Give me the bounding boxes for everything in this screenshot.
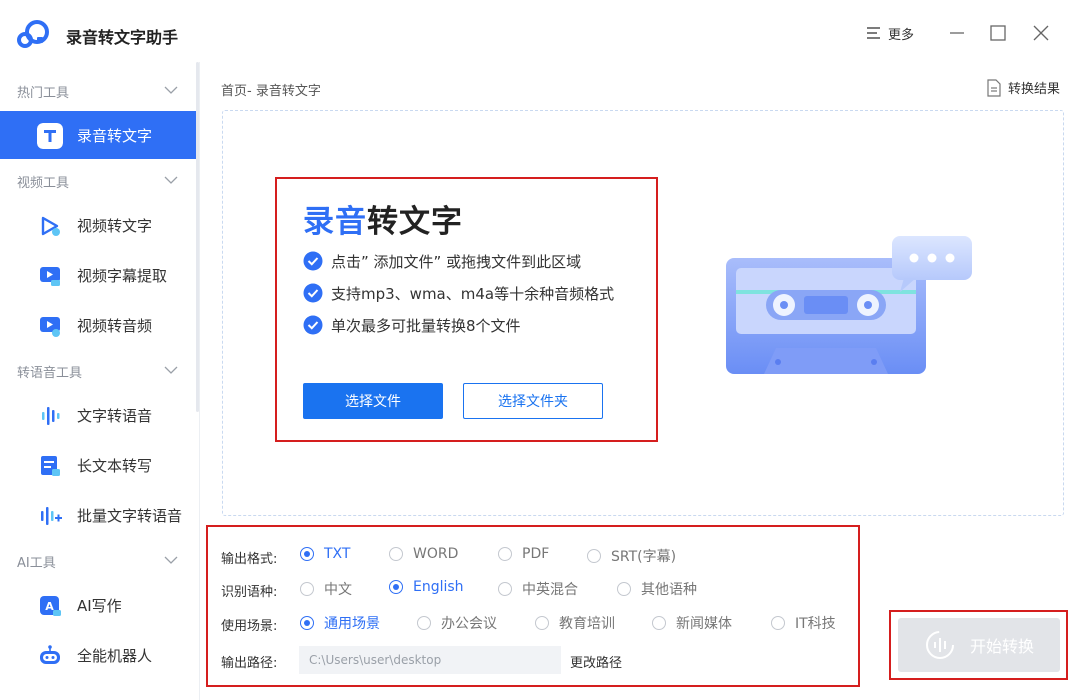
sidebar-section-ai-tools[interactable]: AI工具 xyxy=(0,546,196,576)
highlight-box xyxy=(206,525,860,687)
sidebar-item-label: 视频转文字 xyxy=(77,217,153,235)
minimize-icon[interactable] xyxy=(946,22,968,44)
section-title: 视频工具 xyxy=(17,175,70,191)
sidebar-item-label: 长文本转写 xyxy=(77,457,153,475)
result-link-label: 转换结果 xyxy=(1008,82,1061,97)
sidebar-item-ai-write[interactable]: A AI写作 xyxy=(0,581,196,629)
video-to-text-icon xyxy=(41,216,60,236)
sidebar: 热门工具 录音转文字 视频工具 视频转文字 视频字幕提取 视频转音频 转语音工具… xyxy=(0,62,200,700)
waveform-icon xyxy=(42,407,60,425)
svg-text:A: A xyxy=(45,600,54,613)
text-t-icon xyxy=(37,123,63,149)
more-label: 更多 xyxy=(888,27,915,43)
sidebar-item-batch-tts[interactable]: 批量文字转语音 xyxy=(0,491,196,539)
chevron-down-icon xyxy=(164,86,178,94)
robot-icon xyxy=(40,645,60,664)
breadcrumb: 首页- 录音转文字 xyxy=(221,84,321,99)
more-menu-button[interactable]: 更多 xyxy=(866,22,914,44)
sidebar-item-subtitle-extract[interactable]: 视频字幕提取 xyxy=(0,251,196,299)
subtitle-extract-icon xyxy=(40,267,60,286)
chevron-down-icon xyxy=(164,176,178,184)
sidebar-item-label: 批量文字转语音 xyxy=(77,507,183,525)
highlight-box xyxy=(889,610,1068,680)
conversion-results-link[interactable]: 转换结果 xyxy=(986,78,1060,97)
chevron-down-icon xyxy=(164,556,178,564)
sidebar-scrollbar[interactable] xyxy=(196,62,199,412)
sidebar-item-label: 文字转语音 xyxy=(77,407,153,425)
sidebar-item-label: 录音转文字 xyxy=(77,127,153,145)
app-title: 录音转文字助手 xyxy=(66,28,179,47)
section-title: 转语音工具 xyxy=(17,365,83,381)
ai-write-icon: A xyxy=(40,596,61,616)
sidebar-item-video-to-audio[interactable]: 视频转音频 xyxy=(0,301,196,349)
sidebar-item-label: 视频字幕提取 xyxy=(77,267,168,285)
menu-icon xyxy=(867,27,880,39)
sidebar-section-hot-tools[interactable]: 热门工具 xyxy=(0,76,196,106)
sidebar-item-label: 全能机器人 xyxy=(77,647,153,665)
sidebar-item-label: AI写作 xyxy=(77,597,122,615)
sidebar-item-label: 视频转音频 xyxy=(77,317,153,335)
sidebar-section-tts-tools[interactable]: 转语音工具 xyxy=(0,356,196,386)
section-title: 热门工具 xyxy=(17,85,70,101)
section-title: AI工具 xyxy=(17,555,56,571)
highlight-box xyxy=(275,177,658,442)
sidebar-item-text-to-speech[interactable]: 文字转语音 xyxy=(0,391,196,439)
chevron-down-icon xyxy=(164,366,178,374)
document-icon xyxy=(987,78,1001,97)
close-icon[interactable] xyxy=(1030,22,1052,44)
sidebar-item-audio-to-text[interactable]: 录音转文字 xyxy=(0,111,196,159)
sidebar-section-video-tools[interactable]: 视频工具 xyxy=(0,166,196,196)
maximize-icon[interactable] xyxy=(987,22,1009,44)
batch-tts-icon xyxy=(41,507,62,525)
sidebar-item-robot[interactable]: 全能机器人 xyxy=(0,631,196,679)
long-text-icon xyxy=(41,456,60,476)
video-to-audio-icon xyxy=(40,317,60,337)
title-bar: 录音转文字助手 更多 xyxy=(0,0,1080,62)
app-logo-icon xyxy=(17,20,49,48)
cassette-illustration xyxy=(726,236,972,374)
sidebar-item-long-text[interactable]: 长文本转写 xyxy=(0,441,196,489)
sidebar-item-video-to-text[interactable]: 视频转文字 xyxy=(0,201,196,249)
